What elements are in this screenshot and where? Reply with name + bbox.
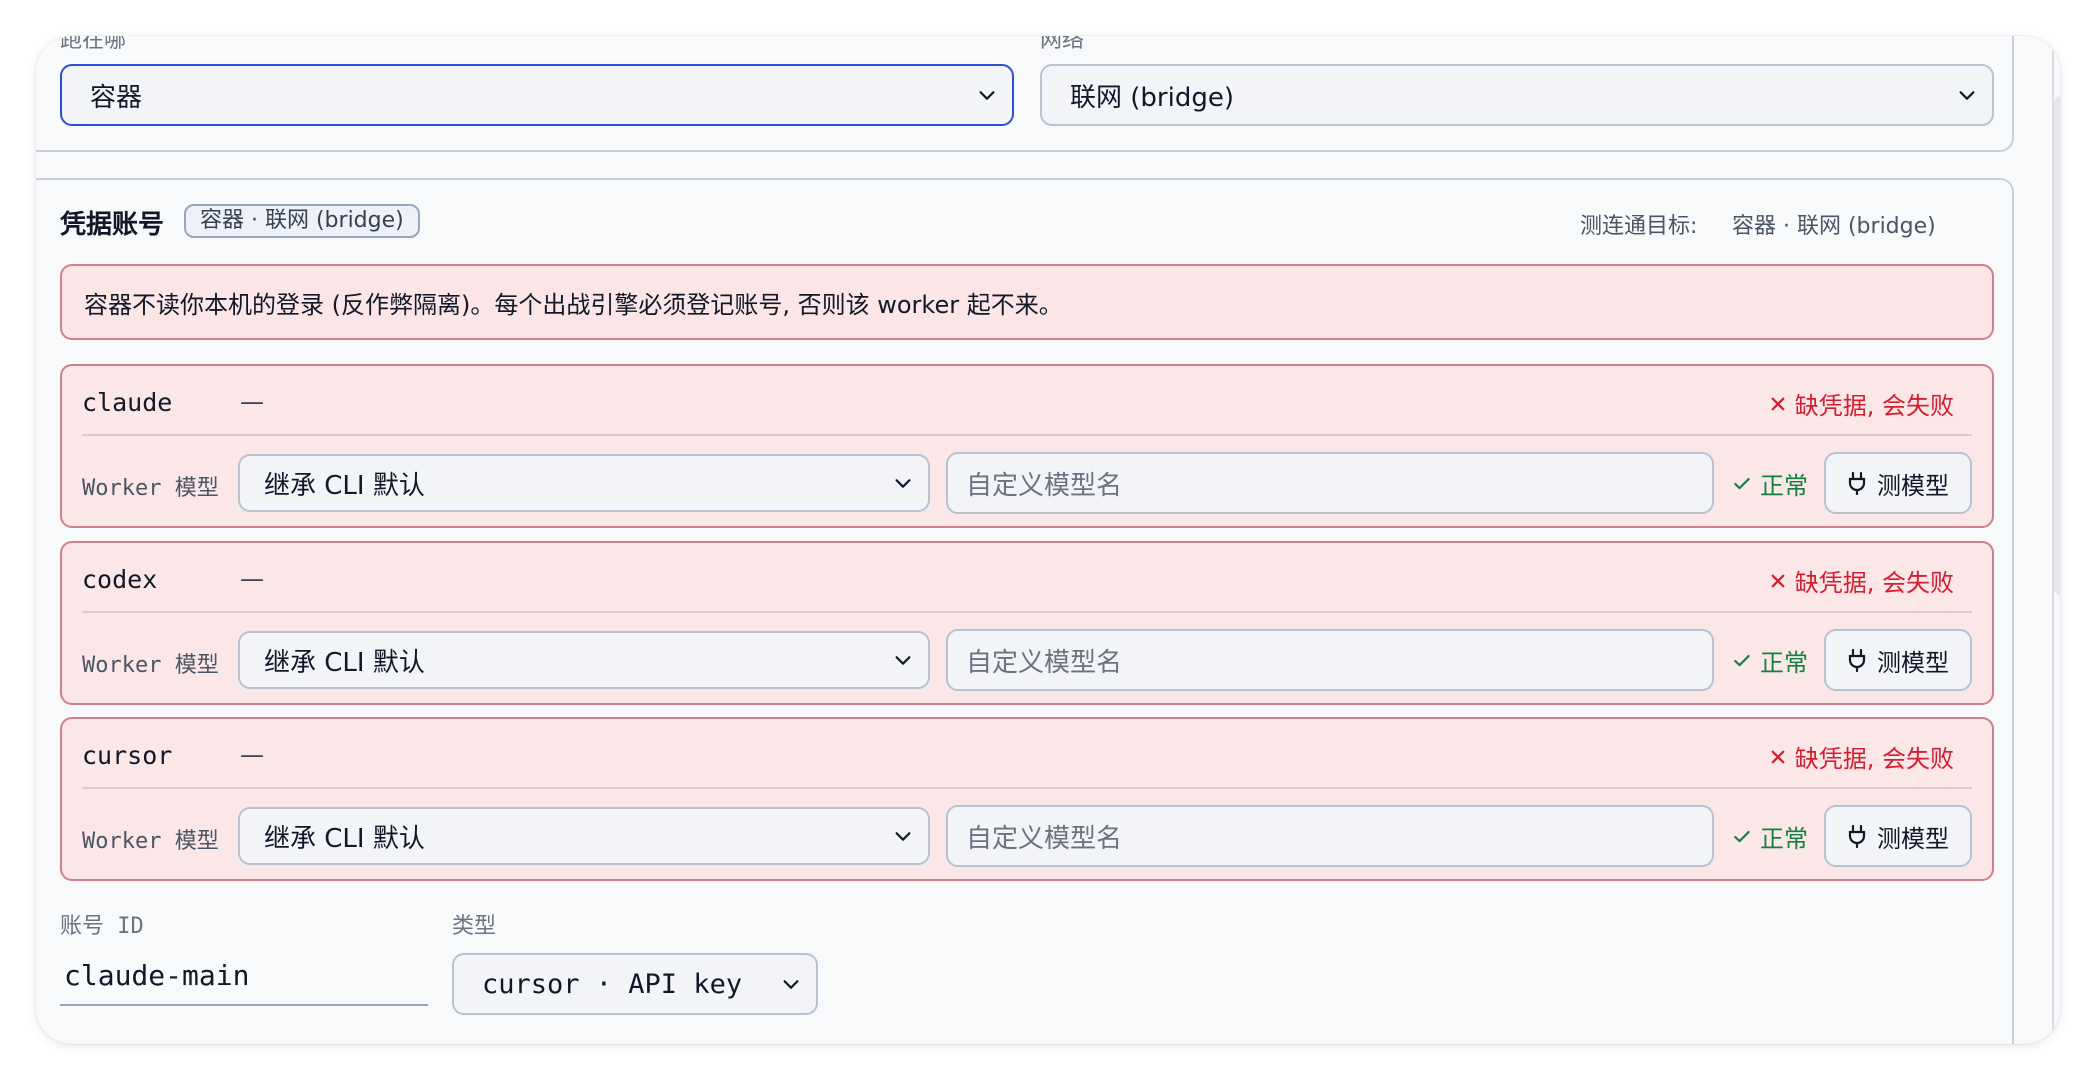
ok-status: 正常 [1732,466,1808,501]
run-location-value: 容器 [90,82,143,113]
engine-name: cursor [82,741,173,770]
status-text: 缺凭据, 会失败 [1794,569,1954,597]
worker-model-value: 继承 CLI 默认 [264,823,425,854]
test-model-label: 测模型 [1877,648,1949,677]
status-text: 缺凭据, 会失败 [1794,392,1954,420]
network-select[interactable]: 联网 (bridge) [1040,64,1994,126]
account-id-input[interactable]: claude-main [60,946,428,1006]
worker-model-select[interactable]: 继承 CLI 默认 [238,807,930,865]
credentials-title: 凭据账号 [60,210,165,240]
divider [82,611,1972,613]
close-icon [1771,750,1785,763]
check-icon [1734,830,1750,842]
check-icon [1734,654,1750,666]
account-id-value: claude-main [64,958,250,992]
isolation-warning: 容器不读你本机的登录 (反作弊隔离)。每个出战引擎必须登记账号, 否则该 wor… [60,264,1994,340]
worker-model-select[interactable]: 继承 CLI 默认 [238,454,930,512]
custom-model-placeholder: 自定义模型名 [966,647,1123,678]
divider [82,434,1972,436]
app-window: 跑在哪 容器 网络 联网 (bridge) 凭据账号 容器 · 联网 (brid… [36,36,2060,1044]
ok-text: 正常 [1760,649,1808,677]
engine-card-cursor: cursor — 缺凭据, 会失败 Worker 模型 继承 CLI 默认 自定… [60,717,1994,881]
check-icon [1734,477,1750,489]
test-model-label: 测模型 [1877,824,1949,853]
status-badge: 缺凭据, 会失败 [1769,563,1954,598]
close-icon [1771,397,1785,410]
custom-model-input[interactable]: 自定义模型名 [946,805,1714,867]
account-id-label: 账号 ID [60,914,144,939]
ok-text: 正常 [1760,825,1808,853]
scrollbar-thumb[interactable] [2054,96,2060,596]
engine-card-codex: codex — 缺凭据, 会失败 Worker 模型 继承 CLI 默认 自定义… [60,541,1994,705]
worker-model-label: Worker 模型 [82,829,219,854]
plug-icon [1848,648,1866,672]
status-text: 缺凭据, 会失败 [1794,745,1954,773]
engine-name: codex [82,565,158,594]
status-badge: 缺凭据, 会失败 [1769,739,1954,774]
credentials-badge: 容器 · 联网 (bridge) [184,204,420,238]
close-icon [1771,574,1785,587]
plug-icon [1848,824,1866,848]
custom-model-placeholder: 自定义模型名 [966,823,1123,854]
custom-model-placeholder: 自定义模型名 [966,470,1123,501]
chevron-down-icon [895,656,911,665]
chevron-down-icon [895,832,911,841]
network-value: 联网 (bridge) [1070,82,1234,113]
run-location-select[interactable]: 容器 [60,64,1014,126]
test-model-label: 测模型 [1877,471,1949,500]
plug-icon [1848,471,1866,495]
network-label: 网络 [1040,36,1085,53]
chevron-down-icon [979,91,995,100]
ok-text: 正常 [1760,472,1808,500]
isolation-warning-text: 容器不读你本机的登录 (反作弊隔离)。每个出战引擎必须登记账号, 否则该 wor… [84,290,1063,319]
chevron-down-icon [1959,91,1975,100]
target-label: 测连通目标: [1580,214,1698,239]
type-value: cursor · API key [482,968,743,1000]
worker-model-label: Worker 模型 [82,653,219,678]
divider [82,787,1972,789]
chevron-down-icon [783,980,799,989]
test-model-button[interactable]: 测模型 [1824,805,1972,867]
chevron-down-icon [895,479,911,488]
run-location-label: 跑在哪 [60,36,127,53]
engine-account: — [240,388,264,416]
test-model-button[interactable]: 测模型 [1824,452,1972,514]
type-select[interactable]: cursor · API key [452,953,818,1015]
engine-account: — [240,741,264,769]
ok-status: 正常 [1732,643,1808,678]
custom-model-input[interactable]: 自定义模型名 [946,452,1714,514]
target-value: 容器 · 联网 (bridge) [1732,214,1936,239]
worker-model-label: Worker 模型 [82,476,219,501]
engine-account: — [240,565,264,593]
engine-name: claude [82,388,173,417]
worker-model-select[interactable]: 继承 CLI 默认 [238,631,930,689]
type-label: 类型 [452,914,497,939]
worker-model-value: 继承 CLI 默认 [264,647,425,678]
worker-model-value: 继承 CLI 默认 [264,470,425,501]
custom-model-input[interactable]: 自定义模型名 [946,629,1714,691]
engine-card-claude: claude — 缺凭据, 会失败 Worker 模型 继承 CLI 默认 自定… [60,364,1994,528]
test-model-button[interactable]: 测模型 [1824,629,1972,691]
ok-status: 正常 [1732,819,1808,854]
status-badge: 缺凭据, 会失败 [1769,386,1954,421]
